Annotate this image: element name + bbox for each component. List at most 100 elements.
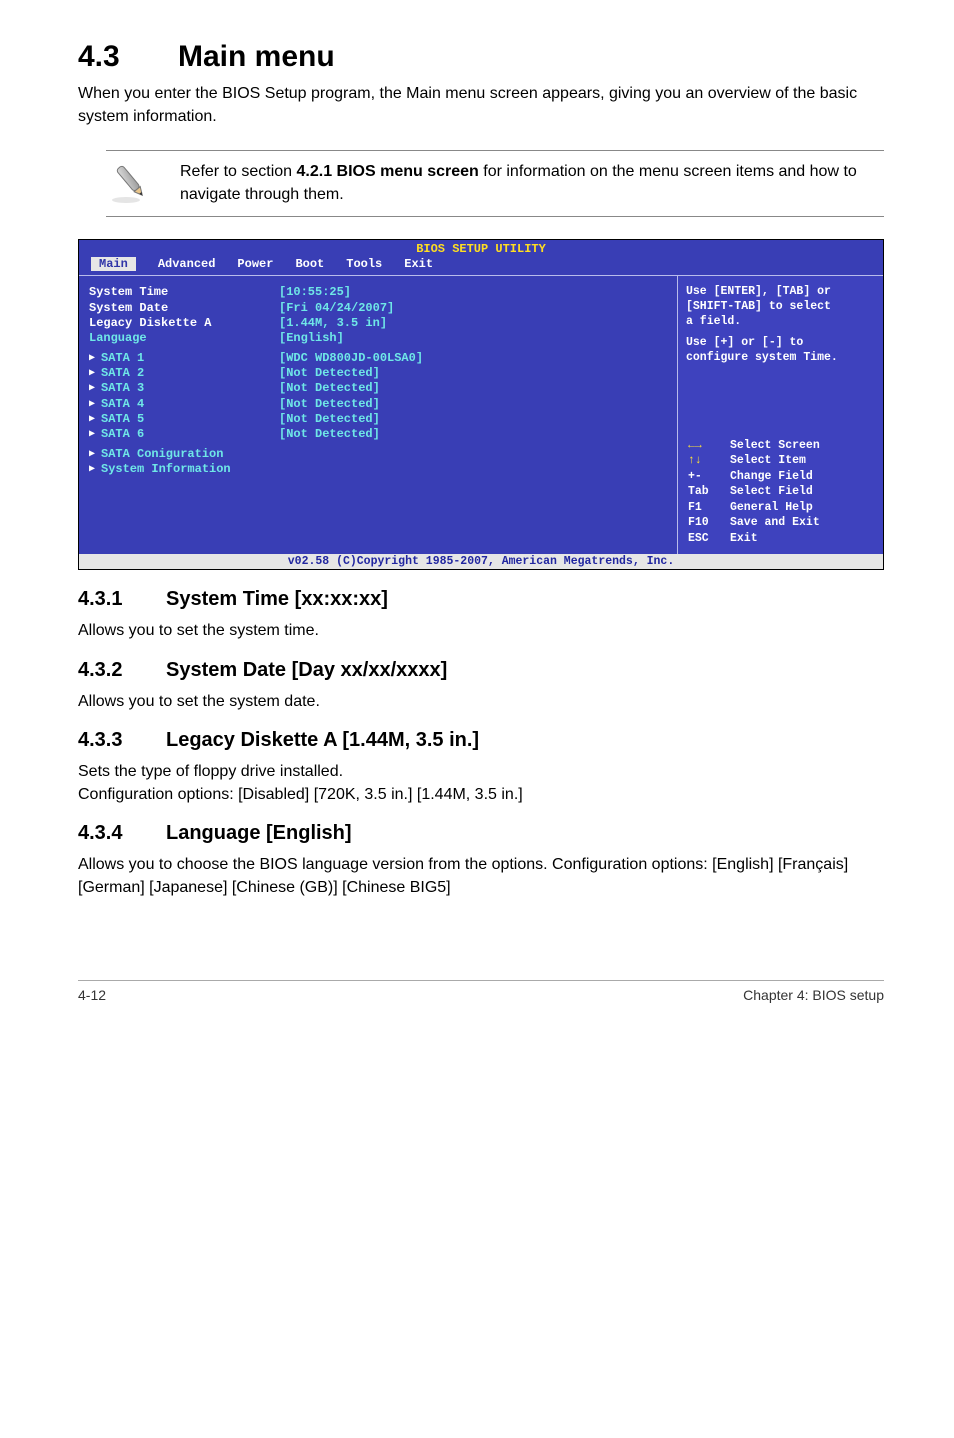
bios-row: ▶SATA 6 [Not Detected] [89,427,677,442]
help-line: configure system Time. [686,351,875,366]
key-sym: ESC [688,531,722,547]
key-txt: Select Field [730,484,813,500]
triangle-icon: ▶ [89,368,101,381]
key-sym: F10 [688,515,722,531]
bios-row: System Date[Fri 04/24/2007] [89,301,677,316]
bios-label: SATA 1 [101,351,144,365]
help-line: [SHIFT-TAB] to select [686,300,875,315]
bios-row: Legacy Diskette A[1.44M, 3.5 in] [89,316,677,331]
bios-value: [Not Detected] [279,427,380,442]
key-txt: Exit [730,531,758,547]
body-text: Configuration options: [Disabled] [720K,… [78,783,884,806]
triangle-icon: ▶ [89,414,101,427]
bios-footer: v02.58 (C)Copyright 1985-2007, American … [79,554,883,569]
note-pre: Refer to section [180,163,297,180]
bios-row: ▶SATA 2 [Not Detected] [89,366,677,381]
bios-value: [Not Detected] [279,366,380,381]
body-text: Allows you to set the system time. [78,619,884,642]
bios-label: System Information [101,462,231,476]
bios-key-legend: ←→ Select Screen ↑↓ Select Item +- Change F… [688,438,820,547]
body-text: Allows you to set the system date. [78,690,884,713]
bios-label: Legacy Diskette A [89,316,279,331]
bios-label: SATA 6 [101,427,144,441]
key-sym: ↑↓ [688,453,722,469]
bios-row: Language[English] [89,331,677,346]
page-footer: 4-12 Chapter 4: BIOS setup [78,980,884,1003]
body-text: Allows you to choose the BIOS language v… [78,853,884,899]
help-line: a field. [686,315,875,330]
subsection-title: System Date [Day xx/xx/xxxx] [166,659,447,681]
bios-tab-exit: Exit [404,257,433,271]
bios-row: ▶SATA 5 [Not Detected] [89,412,677,427]
bios-label: SATA Coniguration [101,447,223,461]
key-txt: Change Field [730,469,813,485]
chapter-label: Chapter 4: BIOS setup [743,987,884,1003]
subsection-number: 4.3.2 [78,659,166,682]
bios-help-pane: Use [ENTER], [TAB] or [SHIFT-TAB] to sel… [677,276,883,554]
key-txt: Save and Exit [730,515,820,531]
bios-value: [Not Detected] [279,397,380,412]
page-number: 4-12 [78,987,106,1003]
bios-title: BIOS SETUP UTILITY [79,240,883,257]
bios-value: [WDC WD800JD-00LSA0] [279,351,423,366]
subsection-heading: 4.3.1System Time [xx:xx:xx] [78,588,884,611]
triangle-icon: ▶ [89,449,101,462]
subsection-number: 4.3.4 [78,822,166,845]
triangle-icon: ▶ [89,464,101,477]
bios-value: [Fri 04/24/2007] [279,301,394,316]
subsection-heading: 4.3.3Legacy Diskette A [1.44M, 3.5 in.] [78,729,884,752]
key-txt: General Help [730,500,813,516]
bios-row: System Time[10:55:25] [89,285,677,300]
section-number: 4.3 [78,40,178,74]
bios-tab-power: Power [237,257,273,271]
note-bold: 4.2.1 BIOS menu screen [297,163,479,180]
key-sym: +- [688,469,722,485]
bios-label: System Date [89,301,279,316]
intro-text: When you enter the BIOS Setup program, t… [78,82,884,128]
bios-value: [10:55:25] [279,285,351,300]
subsection-title: Legacy Diskette A [1.44M, 3.5 in.] [166,729,479,751]
section-title: Main menu [178,40,335,73]
key-txt: Select Screen [730,438,820,454]
subsection-heading: 4.3.2System Date [Day xx/xx/xxxx] [78,659,884,682]
bios-screenshot: BIOS SETUP UTILITY Main Advanced Power B… [78,239,884,570]
bios-left-pane: System Time[10:55:25] System Date[Fri 04… [79,276,677,554]
bios-label: System Time [89,285,279,300]
subsection-title: System Time [xx:xx:xx] [166,588,388,610]
bios-tab-tools: Tools [346,257,382,271]
key-txt: Select Item [730,453,806,469]
pencil-icon [110,161,154,205]
bios-row: ▶SATA 1 [WDC WD800JD-00LSA0] [89,351,677,366]
key-sym: F1 [688,500,722,516]
triangle-icon: ▶ [89,399,101,412]
bios-label: SATA 2 [101,366,144,380]
bios-row: ▶SATA 4[Not Detected] [89,397,677,412]
triangle-icon: ▶ [89,383,101,396]
bios-row: ▶SATA 3 [Not Detected] [89,381,677,396]
bios-value: [1.44M, 3.5 in] [279,316,387,331]
key-sym: Tab [688,484,722,500]
bios-row: ▶System Information [89,462,677,477]
bios-label: SATA 3 [101,381,144,395]
bios-label: SATA 5 [101,412,144,426]
bios-value: [Not Detected] [279,381,380,396]
help-line: Use [ENTER], [TAB] or [686,285,875,300]
section-heading: 4.3Main menu [78,40,884,74]
note-text: Refer to section 4.2.1 BIOS menu screen … [180,161,880,206]
note-callout: Refer to section 4.2.1 BIOS menu screen … [106,150,884,217]
bios-tabs: Main Advanced Power Boot Tools Exit [79,257,883,275]
bios-help-text: Use [ENTER], [TAB] or [SHIFT-TAB] to sel… [686,285,875,366]
bios-value: [English] [279,331,344,346]
help-line: Use [+] or [-] to [686,336,875,351]
bios-tab-advanced: Advanced [158,257,216,271]
bios-value: [Not Detected] [279,412,380,427]
bios-row: ▶SATA Coniguration [89,447,677,462]
bios-tab-main: Main [91,257,136,271]
bios-tab-boot: Boot [295,257,324,271]
triangle-icon: ▶ [89,429,101,442]
subsection-number: 4.3.1 [78,588,166,611]
bios-label: Language [89,331,279,346]
subsection-number: 4.3.3 [78,729,166,752]
triangle-icon: ▶ [89,353,101,366]
key-sym: ←→ [688,438,722,454]
